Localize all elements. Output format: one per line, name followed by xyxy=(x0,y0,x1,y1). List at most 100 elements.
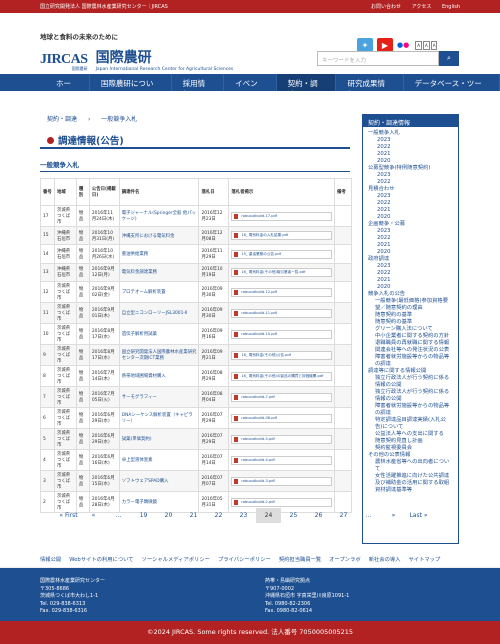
subject-link[interactable]: 電子ジャーナル(Springer全般 他パッケージ) xyxy=(122,211,196,222)
sidebar-item[interactable]: 退職職員の再就職に関する情報 xyxy=(368,340,453,347)
sidebar-item[interactable]: 障害者就労施設等からの物品等の調達 xyxy=(368,354,453,368)
page-link[interactable]: 27 xyxy=(331,508,356,523)
sidebar-item[interactable]: グリーン購入法について xyxy=(368,326,453,333)
site-logo[interactable]: JIRCAS 国際農研 国際農研 Japan International Res… xyxy=(40,47,233,72)
font-small-button[interactable]: A xyxy=(415,40,422,50)
subject-link[interactable]: 沖縄支所における電気料金 xyxy=(122,234,175,239)
subject-link[interactable]: 卓上型液体窒素 xyxy=(122,458,153,463)
footer-link[interactable]: 情報公開 xyxy=(40,555,61,563)
sidebar-item[interactable]: 2022 xyxy=(368,270,453,277)
subject-link[interactable]: 国立研究開発法人国際農林水産業研究センター次期ICT業務 xyxy=(122,350,197,361)
sidebar-item[interactable]: 2022 xyxy=(368,200,453,207)
page-link[interactable]: 21 xyxy=(181,508,206,523)
twitter-icon[interactable]: ✦ xyxy=(357,38,373,52)
page-link[interactable]: 24 xyxy=(256,508,281,523)
search-button[interactable]: ⌕ xyxy=(439,51,459,66)
sidebar-item[interactable]: 関連会社等への発注状況の公表 xyxy=(368,347,453,354)
footer-link[interactable]: Webサイトの利用について xyxy=(69,555,133,563)
nav-database[interactable]: データベース・ツール xyxy=(404,74,500,99)
sidebar-item[interactable]: 2022 xyxy=(368,179,453,186)
sidebar-item[interactable]: 独立行政法人が行う契約に係る情報の公開 xyxy=(368,389,453,403)
page-link[interactable]: 19 xyxy=(131,508,156,523)
page-link[interactable]: « xyxy=(81,508,106,523)
sidebar-item[interactable]: 随意契約の基準 xyxy=(368,319,453,326)
breadcrumb-procurement[interactable]: 契約・調達 xyxy=(47,116,77,123)
pdf-attachment-link[interactable]: robuoutbuild-2.pdf xyxy=(231,497,332,507)
sidebar-item[interactable]: 随意契約の基準 xyxy=(368,312,453,319)
sidebar-item[interactable]: 独立行政法人が行う契約に係る情報の公開 xyxy=(368,375,453,389)
youtube-icon[interactable]: ▶ xyxy=(377,38,393,52)
sidebar-item[interactable]: 2020 xyxy=(368,249,453,256)
page-link[interactable]: 25 xyxy=(281,508,306,523)
sidebar-item[interactable]: 障害者就労施設等からの物品等の調達 xyxy=(368,403,453,417)
footer-link[interactable]: オープンラボ xyxy=(329,555,360,563)
sidebar-item[interactable]: 2021 xyxy=(368,242,453,249)
pdf-attachment-link[interactable]: robuoutbuild-12.pdf xyxy=(231,287,332,297)
subject-link[interactable]: 熱帯地域圃場資材購入 xyxy=(122,374,166,379)
footer-link[interactable]: プライバシーポリシー xyxy=(218,555,271,563)
sidebar-item[interactable]: 農林水産省等への出向者について xyxy=(368,459,453,473)
contact-link[interactable]: お問い合わせ xyxy=(371,4,401,10)
flickr-icon[interactable]: ●● xyxy=(397,41,409,49)
nav-procurement[interactable]: 契約・調達 xyxy=(276,74,337,99)
page-link[interactable]: « First xyxy=(56,508,81,523)
pdf-attachment-link[interactable]: robuoutbuild-17.pdf xyxy=(231,211,332,221)
sidebar-item[interactable]: 2020 xyxy=(368,214,453,221)
sidebar-item[interactable]: 2022 xyxy=(368,235,453,242)
pdf-attachment-link[interactable]: robuoutbuild-4.pdf xyxy=(231,455,332,465)
subject-link[interactable]: ソフトウェアSPAD購入 xyxy=(122,479,169,484)
subject-link[interactable]: 自立型ニコンローリーJSL3001-Ⅱ xyxy=(122,311,187,316)
sidebar-item[interactable]: 競争入札の公告 xyxy=(368,291,453,298)
sidebar-item[interactable]: 2023 xyxy=(368,137,453,144)
pdf-attachment-link[interactable]: robuoutbuild-06.pdf xyxy=(231,413,332,423)
sidebar-item[interactable]: 2021 xyxy=(368,151,453,158)
sidebar-item[interactable]: 公益法人等への支出に関する xyxy=(368,431,453,438)
sidebar-item[interactable]: 2020 xyxy=(368,284,453,291)
font-medium-button[interactable]: A xyxy=(422,40,430,50)
page-link[interactable]: 22 xyxy=(206,508,231,523)
subject-link[interactable]: 電気料金調達業務 xyxy=(122,270,157,275)
pdf-attachment-link[interactable]: 16_ 電気料金(その他)取引業者一覧.pdf xyxy=(231,267,332,277)
access-link[interactable]: アクセス xyxy=(412,4,432,10)
sidebar-item[interactable]: 一般競争(最低価格)参加資格要望／随意契約の理由 xyxy=(368,298,453,312)
sidebar-item[interactable]: 公募型競争(特例随意契約) xyxy=(368,165,453,172)
subject-link[interactable]: サーモグラフィー xyxy=(122,395,157,400)
pdf-attachment-link[interactable]: robuoutbuild-10.pdf xyxy=(231,329,332,339)
sidebar-item[interactable]: 中小企業者に関する契約の方針 xyxy=(368,333,453,340)
sidebar-item[interactable]: 2020 xyxy=(368,158,453,165)
page-link[interactable]: 23 xyxy=(231,508,256,523)
sidebar-item[interactable]: 資材調達基準等 xyxy=(368,487,453,494)
pdf-attachment-link[interactable]: robuoutbuild-3.pdf xyxy=(231,476,332,486)
pdf-attachment-link[interactable]: robuoutbuild-7.pdf xyxy=(231,392,332,402)
subject-link[interactable]: カラー電子顕微鏡 xyxy=(122,500,157,505)
footer-link[interactable]: 新社会の導入 xyxy=(369,555,401,563)
sidebar-item[interactable]: 特定調達品目調達実績(入札公告)について xyxy=(368,417,453,431)
nav-about[interactable]: 国際農研について xyxy=(90,74,172,99)
page-link[interactable]: 20 xyxy=(156,508,181,523)
pdf-attachment-link[interactable]: robuoutbuild-5.pdf xyxy=(231,434,332,444)
pdf-attachment-link[interactable]: robuoutbuild-11.pdf xyxy=(231,308,332,318)
pdf-attachment-link[interactable]: 16_ 電気料金(その他)の製品の購買と評価機関.pdf xyxy=(231,371,332,381)
sidebar-item[interactable]: 2023 xyxy=(368,172,453,179)
subject-link[interactable]: DNAシーケンス解析装置（キャピラリー） xyxy=(122,413,193,424)
sidebar-item[interactable]: 見積合わせ xyxy=(368,186,453,193)
footer-link[interactable]: ソーシャルメディアポリシー xyxy=(142,555,210,563)
sidebar-item[interactable]: 企画競争・公募 xyxy=(368,221,453,228)
subject-link[interactable]: 遺伝子解析用試薬 xyxy=(122,332,157,337)
sidebar-item[interactable]: 契約監視委員会 xyxy=(368,445,453,452)
page-link[interactable]: ... xyxy=(106,508,131,523)
sidebar-item[interactable]: 2022 xyxy=(368,144,453,151)
pdf-attachment-link[interactable]: 15_ 重油業務の公告.pdf xyxy=(231,249,332,259)
nav-events[interactable]: イベント xyxy=(224,74,277,99)
footer-link[interactable]: 契約担当職員一覧 xyxy=(279,555,321,563)
english-link[interactable]: English xyxy=(442,4,460,10)
nav-results[interactable]: 研究成果情報 xyxy=(336,74,404,99)
sidebar-item[interactable]: 随意契約見直し計画 xyxy=(368,438,453,445)
subject-link[interactable]: 試薬(単価契約) xyxy=(122,437,152,442)
sidebar-item[interactable]: 2023 xyxy=(368,263,453,270)
sidebar-item[interactable]: 2023 xyxy=(368,228,453,235)
sidebar-item[interactable]: その他の公表情報 xyxy=(368,452,453,459)
sidebar-item[interactable]: 調達等に関する情報公開 xyxy=(368,368,453,375)
pdf-attachment-link[interactable]: 16_ 電気料金(その他)公告.pdf xyxy=(231,350,332,360)
subject-link[interactable]: プロテオーム解析装置 xyxy=(122,290,166,295)
